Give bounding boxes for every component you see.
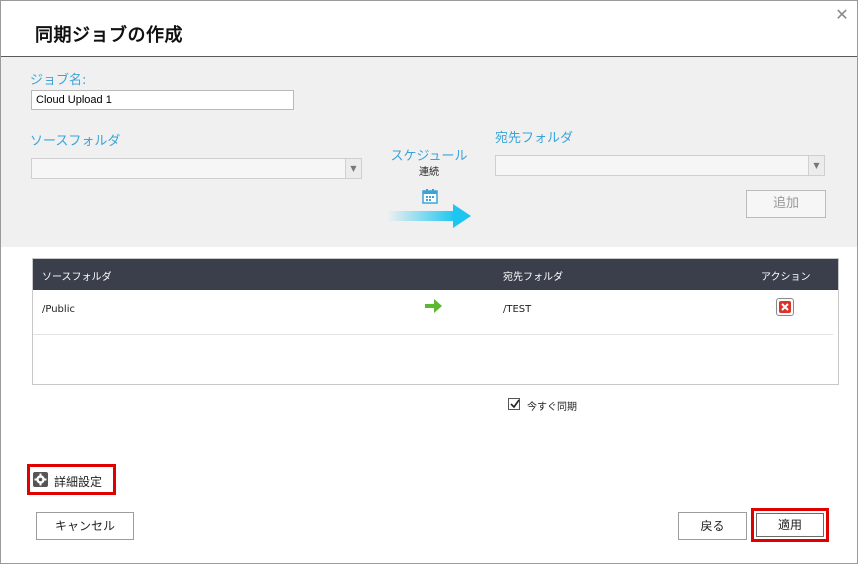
back-button[interactable]: 戻る: [678, 512, 747, 540]
dialog-title: 同期ジョブの作成: [35, 25, 183, 46]
row-destination-folder: /TEST: [503, 304, 532, 315]
column-header-action: アクション: [761, 272, 811, 283]
chevron-down-icon: ▼: [808, 156, 824, 175]
checkmark-icon: [510, 399, 520, 409]
row-source-folder: /Public: [42, 304, 75, 315]
sync-now-checkbox[interactable]: [508, 398, 520, 410]
job-settings-panel: ジョブ名: ソースフォルダ ▼ スケジュール 連続: [1, 57, 857, 247]
advanced-settings-label: 詳細設定: [54, 475, 103, 489]
table-row[interactable]: /Public /TEST: [33, 291, 833, 335]
apply-button-highlight: 適用: [751, 508, 829, 542]
column-header-source: ソースフォルダ: [42, 272, 112, 283]
destination-folder-label: 宛先フォルダ: [495, 131, 574, 146]
schedule-value: 連続: [419, 167, 439, 178]
source-folder-select[interactable]: ▼: [31, 158, 362, 179]
add-button[interactable]: 追加: [746, 190, 826, 218]
column-header-destination: 宛先フォルダ: [503, 272, 563, 283]
arrow-right-icon: [425, 299, 442, 313]
flow-arrow-icon: [387, 204, 471, 228]
job-name-label: ジョブ名:: [30, 73, 87, 88]
gear-icon: [33, 472, 48, 487]
folder-pair-table: ソースフォルダ 宛先フォルダ アクション /Public /TEST: [32, 258, 839, 385]
destination-folder-select[interactable]: ▼: [495, 155, 825, 176]
advanced-settings-button[interactable]: 詳細設定: [27, 464, 116, 495]
source-folder-label: ソースフォルダ: [30, 134, 121, 149]
create-sync-job-dialog: 同期ジョブの作成 ✕ ジョブ名: ソースフォルダ ▼ スケジュール 連続: [0, 0, 858, 564]
chevron-down-icon: ▼: [345, 159, 361, 178]
schedule-label: スケジュール: [390, 149, 468, 164]
sync-now-label: 今すぐ同期: [527, 402, 577, 413]
delete-button[interactable]: [776, 298, 794, 316]
close-icon[interactable]: ✕: [834, 5, 850, 25]
table-header: ソースフォルダ 宛先フォルダ アクション: [33, 259, 838, 290]
calendar-icon[interactable]: [422, 188, 438, 204]
apply-button[interactable]: 適用: [756, 513, 824, 537]
job-name-input[interactable]: [31, 90, 294, 110]
cancel-button[interactable]: キャンセル: [36, 512, 134, 540]
delete-icon: [779, 301, 791, 313]
